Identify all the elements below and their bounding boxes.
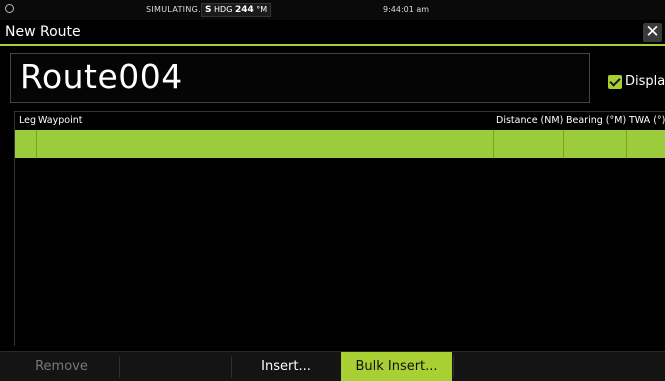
simulating-indicator: SIMULATING... <box>146 5 207 14</box>
column-header-waypoint[interactable]: Waypoint <box>38 115 82 126</box>
column-header-leg[interactable]: Leg <box>19 115 36 126</box>
display-label: Display <box>625 74 665 89</box>
close-button[interactable]: ✕ <box>643 23 662 42</box>
column-header-distance[interactable]: Distance (NM) <box>496 115 563 126</box>
route-name-value: Route004 <box>20 57 183 96</box>
checkmark-icon <box>608 75 622 89</box>
cell-divider <box>493 130 494 158</box>
dialog-title-bar: New Route ✕ <box>0 20 665 46</box>
toolbar-divider <box>119 356 120 378</box>
clock: 9:44:01 am <box>383 5 430 14</box>
column-header-twa[interactable]: TWA (°) <box>629 115 665 126</box>
bulk-insert-button[interactable]: Bulk Insert... <box>341 352 452 381</box>
close-icon: ✕ <box>645 22 660 42</box>
waypoint-table: Leg Waypoint Distance (NM) Bearing (°M) … <box>14 111 665 346</box>
toolbar-divider <box>453 356 454 378</box>
heading-label: HDG <box>214 5 233 14</box>
route-name-field[interactable]: Route004 <box>10 53 590 103</box>
heading-unit: °M <box>256 5 268 14</box>
insert-button[interactable]: Insert... <box>232 352 340 381</box>
heading-readout: S HDG 244 °M <box>201 3 272 17</box>
cell-divider <box>626 130 627 158</box>
heading-value: 244 <box>234 5 254 15</box>
remove-button[interactable]: Remove <box>5 352 118 381</box>
status-bar: SIMULATING... S HDG 244 °M 9:44:01 am <box>0 0 665 20</box>
cell-divider <box>563 130 564 158</box>
dialog-title: New Route <box>5 24 81 40</box>
cell-divider <box>36 130 37 158</box>
bottom-toolbar: Remove Insert... Bulk Insert... <box>0 351 665 381</box>
heading-prefix: S <box>205 5 212 15</box>
system-icon[interactable] <box>5 4 14 13</box>
table-header: Leg Waypoint Distance (NM) Bearing (°M) … <box>15 112 665 130</box>
column-header-bearing[interactable]: Bearing (°M) <box>566 115 626 126</box>
table-row[interactable] <box>15 130 665 158</box>
